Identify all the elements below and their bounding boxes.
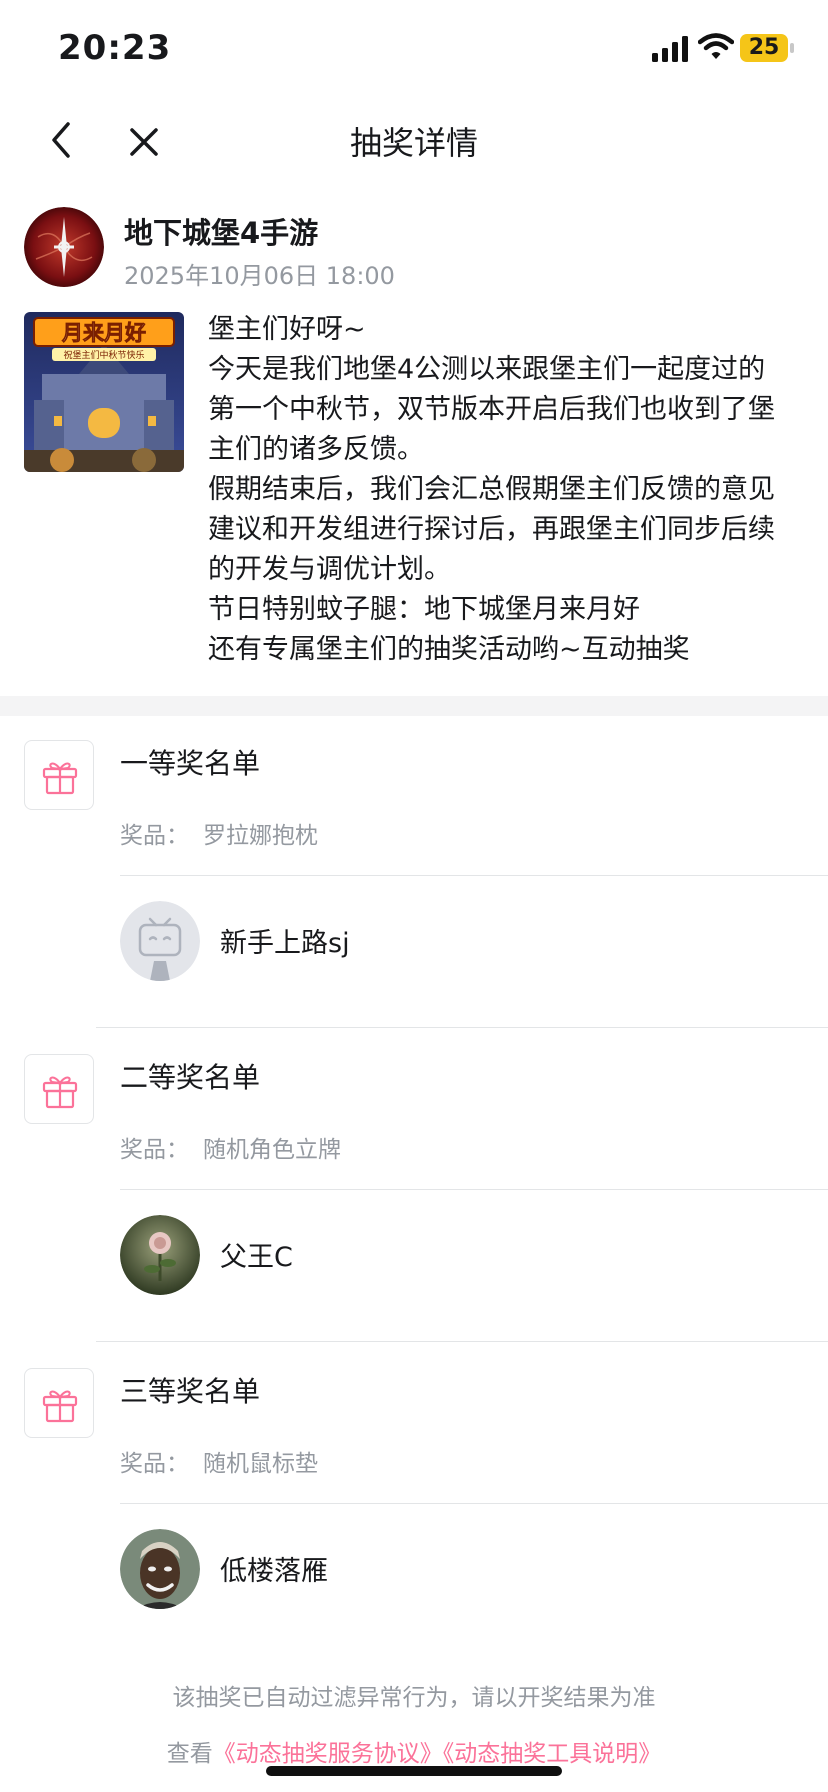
prize-info: 奖品： 随机鼠标垫	[120, 1444, 318, 1478]
winner-name[interactable]: 新手上路sj	[220, 921, 350, 960]
winner-name[interactable]: 低楼落雁	[220, 1549, 328, 1588]
lottery-detail-page: 20:23 25 抽奖详情 地下城堡4手游 2025年10月06日 18:00 …	[0, 0, 828, 1792]
battery-tip	[790, 43, 794, 53]
post-line: 还有专属堡主们的抽奖活动哟~互动抽奖	[208, 634, 690, 665]
divider	[120, 875, 828, 876]
prize-label: 奖品：	[120, 1451, 189, 1477]
post-line: 节日特别蚊子腿：地下城堡月来月好	[208, 594, 640, 625]
author-avatar[interactable]	[24, 207, 104, 287]
post-image-title: 月来月好	[61, 321, 146, 345]
cellular-signal-icon	[652, 36, 688, 62]
section-divider	[0, 696, 828, 716]
winner-avatar[interactable]	[120, 901, 200, 981]
prize-tier-title: 二等奖名单	[120, 1061, 261, 1094]
nav-bar: 抽奖详情	[0, 100, 828, 182]
status-time: 20:23	[58, 28, 172, 68]
divider	[120, 1503, 828, 1504]
prize-tier-title: 一等奖名单	[120, 747, 261, 780]
footer-links: 查看《动态抽奖服务协议》《动态抽奖工具说明》	[0, 1734, 828, 1768]
footer-prefix: 查看	[166, 1741, 213, 1767]
post-timestamp: 2025年10月06日 18:00	[124, 262, 395, 290]
prize-label: 奖品：	[120, 823, 189, 849]
post-line: 的开发与调优计划。	[208, 554, 451, 585]
post-image[interactable]: 月来月好 祝堡主们中秋节快乐	[24, 312, 184, 472]
prize-name: 随机角色立牌	[203, 1137, 341, 1163]
prize-info: 奖品： 随机角色立牌	[120, 1130, 341, 1164]
gift-icon	[24, 1368, 94, 1438]
post-line: 主们的诸多反馈。	[208, 434, 424, 465]
prize-tier-title: 三等奖名单	[120, 1375, 261, 1408]
post-line: 建议和开发组进行探讨后，再跟堡主们同步后续	[208, 514, 775, 545]
winner-avatar[interactable]	[120, 1529, 200, 1609]
footer-note: 该抽奖已自动过滤异常行为，请以开奖结果为准	[172, 1685, 656, 1711]
battery-level: 25	[748, 35, 780, 60]
gift-icon	[24, 740, 94, 810]
prize-name: 随机鼠标垫	[203, 1451, 318, 1477]
winner-avatar[interactable]	[120, 1215, 200, 1295]
prize-name: 罗拉娜抱枕	[203, 823, 318, 849]
post-image-subtitle: 祝堡主们中秋节快乐	[63, 349, 144, 361]
wifi-icon	[698, 33, 734, 59]
post-line: 第一个中秋节，双节版本开启后我们也收到了堡	[208, 394, 775, 425]
service-agreement-link[interactable]: 《动态抽奖服务协议》	[213, 1741, 443, 1767]
prize-label: 奖品：	[120, 1137, 189, 1163]
post-line: 今天是我们地堡4公测以来跟堡主们一起度过的	[208, 354, 766, 385]
post-line: 假期结束后，我们会汇总假期堡主们反馈的意见	[208, 474, 775, 505]
prize-info: 奖品： 罗拉娜抱枕	[120, 816, 318, 850]
post-line: 堡主们好呀~	[208, 314, 366, 345]
battery-indicator: 25	[740, 34, 796, 64]
gift-icon	[24, 1054, 94, 1124]
status-bar: 20:23 25	[0, 0, 828, 100]
divider	[120, 1189, 828, 1190]
winner-name[interactable]: 父王C	[220, 1235, 293, 1274]
tool-instructions-link[interactable]: 《动态抽奖工具说明》	[443, 1741, 662, 1767]
page-title: 抽奖详情	[349, 124, 478, 162]
divider	[96, 1027, 828, 1028]
home-indicator[interactable]	[266, 1766, 562, 1776]
author-name[interactable]: 地下城堡4手游	[124, 210, 318, 252]
divider	[96, 1341, 828, 1342]
post-content: 堡主们好呀~ 今天是我们地堡4公测以来跟堡主们一起度过的 第一个中秋节，双节版本…	[208, 310, 808, 670]
